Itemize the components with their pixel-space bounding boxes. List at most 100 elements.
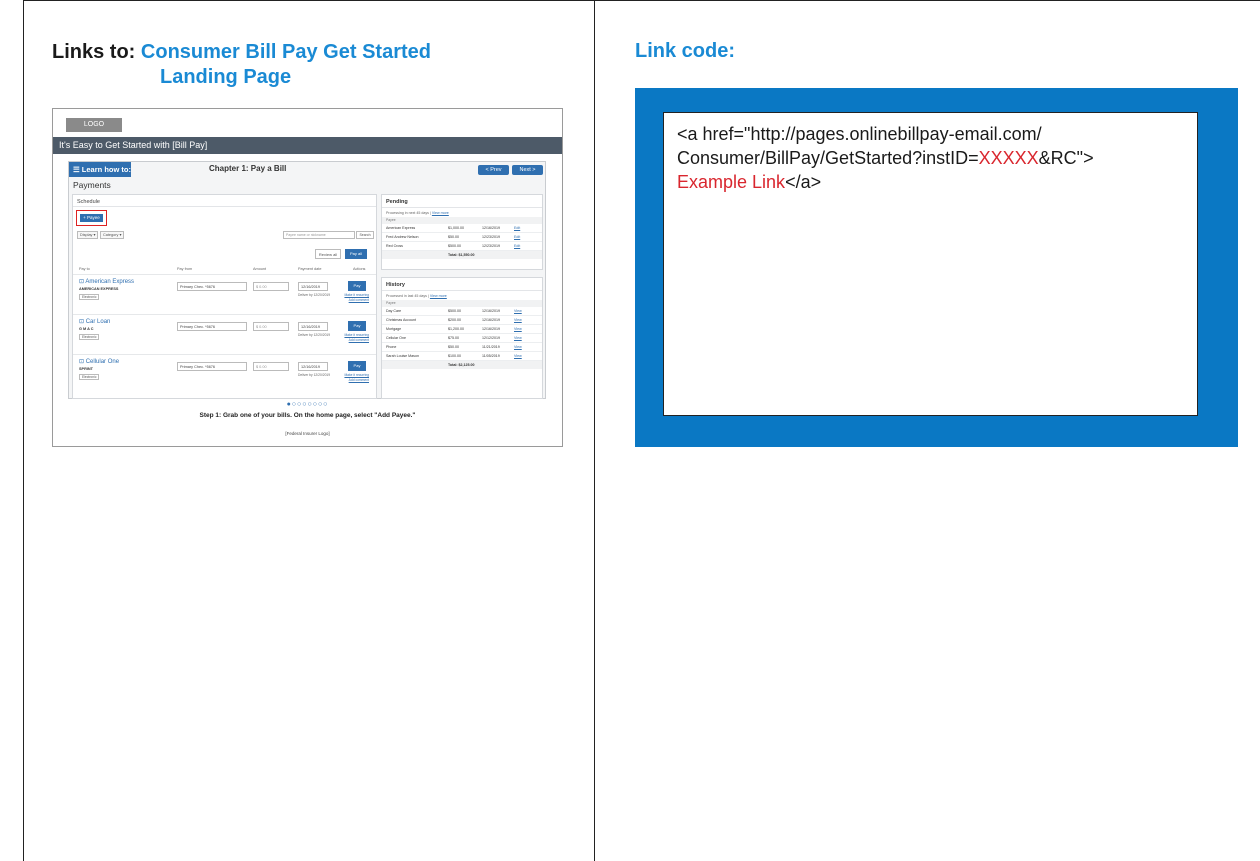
pay-from-select[interactable]: Primary Chec. *5676 [177, 362, 247, 371]
column-divider [594, 0, 595, 861]
history-date: 12/16/2019 [482, 318, 500, 322]
federal-insurer-logo: [Federal Insurer Logo] [285, 431, 330, 436]
links-to-label: Links to: [52, 41, 136, 63]
history-row: Mortgage $1,200.00 12/16/2019 View [382, 325, 542, 334]
view-link[interactable]: View [514, 316, 522, 324]
date-input[interactable]: 12/16/2019 [298, 282, 328, 291]
history-note: Processed in last 45 days | View more [382, 291, 542, 300]
category-filter[interactable]: Category ▾ [100, 231, 125, 239]
pending-title: Pending [382, 195, 542, 208]
amount-input[interactable]: $ 0.00 [253, 322, 289, 331]
payee-tag: Electronic [79, 334, 100, 340]
history-row: Day Care $500.00 12/16/2019 View [382, 307, 542, 316]
next-button[interactable]: Next > [512, 165, 543, 175]
view-link[interactable]: View [514, 334, 522, 342]
deliver-by: Deliver by 12/20/2019 [298, 293, 331, 297]
history-date: 11/05/2019 [482, 354, 500, 358]
amount-input[interactable]: $ 0.00 [253, 362, 289, 371]
add-comment-link[interactable]: Add comment [343, 378, 369, 383]
col-actions: Actions [353, 267, 366, 271]
row-actions: Make it recurring Add comment [343, 373, 369, 382]
payee-tag: Electronic [79, 374, 100, 380]
date-input[interactable]: 12/16/2019 [298, 362, 328, 371]
payee-row: ⊡ American Express AMERICAN EXPRESS Elec… [73, 274, 376, 312]
landing-page-link-line1[interactable]: Consumer Bill Pay Get Started [141, 41, 431, 63]
pay-button[interactable]: Pay [348, 321, 366, 331]
prev-button[interactable]: < Prev [478, 165, 509, 175]
view-link[interactable]: View [514, 325, 522, 333]
payee-tag: Electronic [79, 294, 100, 300]
carousel-dots[interactable]: ●○○○○○○○ [53, 401, 562, 408]
history-view-more-link[interactable]: View more [430, 294, 447, 298]
history-payee: Cellular One [386, 336, 406, 340]
logo-placeholder: LOGO [66, 118, 122, 132]
pay-all-button[interactable]: Pay all [345, 249, 367, 259]
search-button[interactable]: Search [356, 231, 374, 239]
pending-date: 12/16/2019 [482, 226, 500, 230]
review-all-button[interactable]: Review all [315, 249, 341, 259]
history-title: History [382, 278, 542, 291]
view-link[interactable]: View [514, 343, 522, 351]
add-payee-button[interactable]: + Payee [80, 214, 103, 222]
payee-name[interactable]: ⊡ Cellular One [79, 358, 119, 365]
pending-amount: $1,000.00 [448, 226, 464, 230]
pending-total: Total: $1,550.00 [382, 251, 542, 259]
code-text-1: <a href="http://pages.onlinebillpay-emai… [677, 124, 1042, 144]
landing-page-link-line2[interactable]: Landing Page [52, 65, 572, 90]
pay-from-select[interactable]: Primary Chec. *5676 [177, 282, 247, 291]
make-recurring-link[interactable]: Make it recurring [343, 293, 369, 298]
tutorial-stage: ☰ Learn how to: Chapter 1: Pay a Bill < … [68, 161, 546, 399]
deliver-by: Deliver by 12/20/2019 [298, 373, 331, 377]
inst-id-placeholder: XXXXX [978, 148, 1039, 168]
payee-search-input[interactable]: Payee name or nickname [283, 231, 355, 239]
amount-input[interactable]: $ 0.00 [253, 282, 289, 291]
pending-date: 12/23/2019 [482, 244, 500, 248]
pending-panel: Pending Processing in next 45 days | Vie… [381, 194, 543, 270]
pay-from-select[interactable]: Primary Chec. *5676 [177, 322, 247, 331]
pending-row: American Express $1,000.00 12/16/2019 Edit [382, 224, 542, 233]
history-row: Christmas Account $200.00 12/16/2019 View [382, 316, 542, 325]
history-amount: $200.00 [448, 318, 461, 322]
pay-button[interactable]: Pay [348, 281, 366, 291]
row-actions: Make it recurring Add comment [343, 293, 369, 302]
learn-how-tab[interactable]: ☰ Learn how to: [69, 162, 131, 177]
view-link[interactable]: View [514, 352, 522, 360]
history-panel: History Processed in last 45 days | View… [381, 277, 543, 399]
link-code-box[interactable]: <a href="http://pages.onlinebillpay-emai… [663, 112, 1198, 416]
make-recurring-link[interactable]: Make it recurring [343, 333, 369, 338]
code-text-4: </a> [785, 172, 822, 192]
code-text-2: Consumer/BillPay/GetStarted?instID= [677, 148, 979, 168]
payee-name[interactable]: ⊡ Car Loan [79, 318, 110, 325]
add-comment-link[interactable]: Add comment [343, 298, 369, 303]
landing-page-screenshot: LOGO It's Easy to Get Started with [Bill… [52, 108, 563, 447]
history-amount: $50.00 [448, 345, 459, 349]
edit-link[interactable]: Edit [514, 242, 520, 250]
make-recurring-link[interactable]: Make it recurring [343, 373, 369, 378]
pending-payee: Fred Andrew Nelson [386, 235, 419, 239]
payee-highlight-box: + Payee [76, 210, 107, 226]
history-row: Phone $50.00 11/21/2019 View [382, 343, 542, 352]
payee-row: ⊡ Cellular One SPRINT Electronic Primary… [73, 354, 376, 392]
example-link-text: Example Link [677, 172, 786, 192]
pending-amount: $500.00 [448, 244, 461, 248]
view-link[interactable]: View [514, 307, 522, 315]
edit-link[interactable]: Edit [514, 224, 520, 232]
pending-payee: American Express [386, 226, 416, 230]
schedule-panel: Schedule + Payee Display ▾ Category ▾ Pa… [72, 194, 377, 399]
display-filter[interactable]: Display ▾ [77, 231, 99, 239]
history-date: 12/12/2019 [482, 336, 500, 340]
history-payee: Mortgage [386, 327, 402, 331]
pending-note: Processing in next 45 days | View more [382, 208, 542, 217]
date-input[interactable]: 12/16/2019 [298, 322, 328, 331]
pending-view-more-link[interactable]: View more [432, 211, 449, 215]
history-payee: Day Care [386, 309, 402, 313]
page-frame-left [23, 0, 24, 861]
row-actions: Make it recurring Add comment [343, 333, 369, 342]
pending-col-header: Payee [382, 217, 542, 224]
payee-name[interactable]: ⊡ American Express [79, 278, 134, 285]
pay-button[interactable]: Pay [348, 361, 366, 371]
add-comment-link[interactable]: Add comment [343, 338, 369, 343]
history-amount: $500.00 [448, 309, 461, 313]
edit-link[interactable]: Edit [514, 233, 520, 241]
history-amount: $100.00 [448, 354, 461, 358]
